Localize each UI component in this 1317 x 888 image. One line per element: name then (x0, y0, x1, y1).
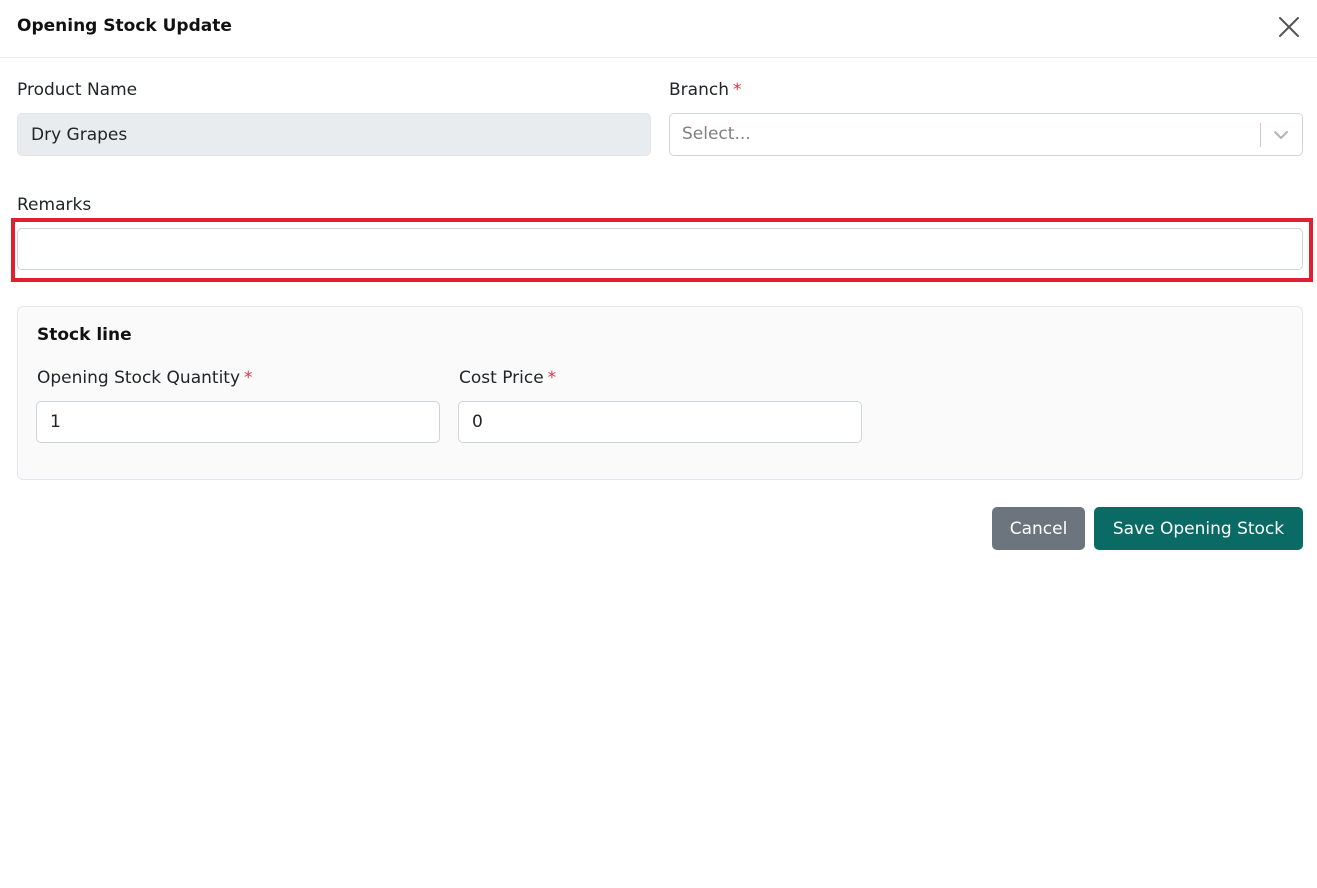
close-icon-graphic (1279, 17, 1299, 37)
cost-price-label: Cost Price * (459, 368, 556, 388)
close-icon[interactable] (1276, 14, 1302, 40)
branch-required-mark: * (732, 80, 742, 100)
chevron-down-icon[interactable] (1272, 127, 1290, 143)
product-name-label: Product Name (17, 80, 137, 100)
quantity-required-mark: * (244, 368, 253, 388)
cancel-button[interactable]: Cancel (992, 507, 1085, 550)
stock-line-title: Stock line (37, 325, 132, 345)
product-name-input[interactable] (17, 113, 651, 156)
modal-title: Opening Stock Update (17, 16, 232, 36)
cost-price-required-mark: * (547, 368, 557, 388)
remarks-label-text: Remarks (17, 195, 92, 215)
opening-stock-quantity-label: Opening Stock Quantity * (37, 368, 253, 388)
remarks-highlight-box (11, 218, 1313, 282)
cost-price-input[interactable] (458, 401, 862, 443)
cost-price-label-text: Cost Price (459, 368, 544, 388)
chevron-down-icon-graphic (1274, 131, 1288, 139)
opening-stock-quantity-label-text: Opening Stock Quantity (37, 368, 241, 388)
opening-stock-modal: Opening Stock Update Product Name Branch… (0, 0, 1317, 888)
remarks-label: Remarks (17, 195, 91, 215)
stock-line-card: Stock line Opening Stock Quantity* Cost … (17, 306, 1303, 480)
modal-header: Opening Stock Update (0, 0, 1317, 58)
branch-select-placeholder: Select... (682, 124, 751, 144)
branch-select[interactable]: Select... (669, 113, 1303, 156)
branch-label-text: Branch (669, 80, 729, 100)
branch-label: Branch * (669, 80, 741, 100)
save-opening-stock-button[interactable]: Save Opening Stock (1094, 507, 1303, 550)
opening-stock-quantity-input[interactable] (36, 401, 440, 443)
branch-select-separator (1260, 123, 1261, 147)
product-name-label-text: Product Name (17, 80, 138, 100)
